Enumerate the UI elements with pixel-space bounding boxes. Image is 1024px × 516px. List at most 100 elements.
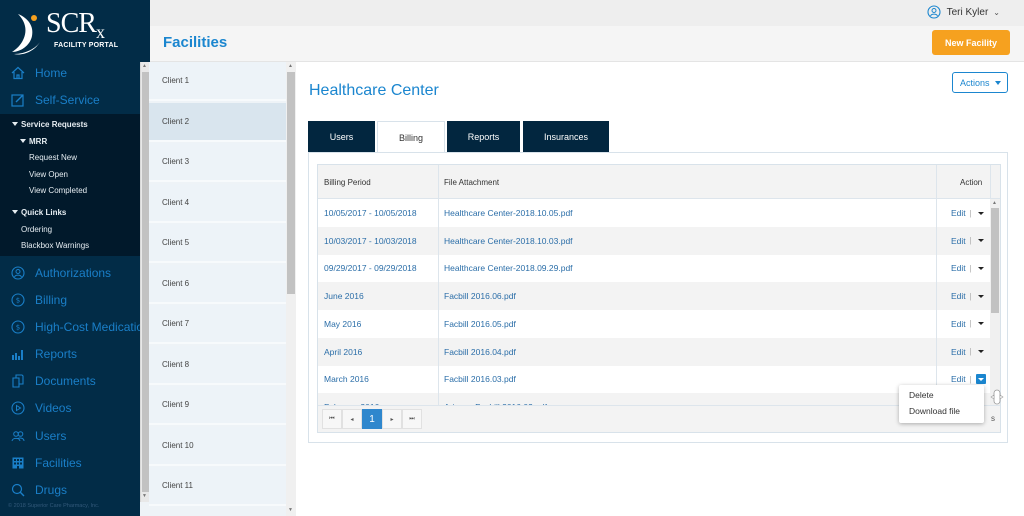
billing-period-link[interactable]: March 2016 bbox=[324, 365, 369, 393]
current-page-button[interactable]: 1 bbox=[362, 409, 382, 429]
row-menu-toggle[interactable] bbox=[975, 374, 986, 385]
row-menu-toggle[interactable] bbox=[976, 236, 986, 246]
client-list-item[interactable]: Client 7 bbox=[149, 305, 286, 344]
client-list-item[interactable]: Client 10 bbox=[149, 426, 286, 466]
menu-item-delete[interactable]: Delete bbox=[909, 390, 934, 400]
sidebar-link-view-completed[interactable]: View Completed bbox=[29, 186, 87, 195]
grid-scrollbar[interactable]: ▲ bbox=[990, 199, 1000, 405]
row-menu-toggle[interactable] bbox=[976, 319, 986, 329]
client-list-scrollbar[interactable]: ▲ ▼ bbox=[286, 62, 296, 516]
billing-period-link[interactable]: April 2016 bbox=[324, 338, 362, 366]
billing-period-link[interactable]: 09/29/2017 - 09/29/2018 bbox=[324, 254, 417, 282]
edit-link[interactable]: Edit bbox=[951, 291, 966, 301]
row-menu-toggle[interactable] bbox=[976, 263, 986, 273]
actions-dropdown[interactable]: Actions bbox=[952, 72, 1008, 93]
sidebar-item-label: Self-Service bbox=[35, 93, 100, 107]
users-icon bbox=[11, 429, 25, 443]
client-list-item[interactable]: Client 4 bbox=[149, 183, 286, 223]
client-name: Client 9 bbox=[162, 400, 190, 409]
row-menu-toggle[interactable] bbox=[976, 208, 986, 218]
billing-period-link[interactable]: 10/05/2017 - 10/05/2018 bbox=[324, 199, 417, 227]
row-menu-toggle[interactable] bbox=[976, 291, 986, 301]
tab-insurances[interactable]: Insurances bbox=[523, 121, 609, 152]
client-list-item[interactable]: Client 6 bbox=[149, 264, 286, 304]
sidebar-scrollbar[interactable]: ▲ ▼ bbox=[140, 62, 149, 502]
scroll-down-icon[interactable]: ▼ bbox=[288, 507, 293, 513]
client-list-item[interactable]: Client 11 bbox=[149, 467, 286, 506]
client-list-item[interactable]: Client 8 bbox=[149, 345, 286, 385]
prev-page-button[interactable]: ◂ bbox=[342, 409, 362, 429]
scrx-logo[interactable]: SCRx FACILITY PORTAL bbox=[10, 8, 140, 55]
client-list-item[interactable]: Client 3 bbox=[149, 143, 286, 182]
tab-users[interactable]: Users bbox=[308, 121, 375, 152]
file-attachment-link[interactable]: Facbill 2016.05.pdf bbox=[444, 310, 516, 338]
user-menu[interactable]: Teri Kyler ⌄ bbox=[927, 5, 1000, 19]
client-name: Client 5 bbox=[162, 238, 190, 247]
grid-pager: ⏮ ◂ 1 ▸ ⏭ s bbox=[318, 405, 1000, 432]
file-attachment-link[interactable]: Facbill 2016.04.pdf bbox=[444, 338, 516, 366]
sidebar: SCRx FACILITY PORTAL Home Self-Service S… bbox=[0, 0, 150, 516]
sidebar-item-facilities[interactable]: Facilities bbox=[0, 452, 150, 474]
edit-link[interactable]: Edit bbox=[951, 347, 966, 357]
scroll-down-icon[interactable]: ▼ bbox=[142, 493, 147, 499]
facility-title: Healthcare Center bbox=[309, 82, 439, 99]
row-menu-toggle[interactable] bbox=[976, 347, 986, 357]
caret-down-icon bbox=[977, 322, 984, 326]
sidebar-item-billing[interactable]: $ Billing bbox=[0, 289, 150, 311]
scroll-up-icon[interactable]: ▲ bbox=[288, 63, 293, 69]
file-attachment-link[interactable]: Healthcare Center-2018.10.03.pdf bbox=[444, 227, 573, 255]
client-list-item[interactable]: Client 9 bbox=[149, 386, 286, 425]
sidebar-section-mrr[interactable]: MRR bbox=[20, 137, 47, 146]
billing-period-link[interactable]: 10/03/2017 - 10/03/2018 bbox=[324, 227, 417, 255]
file-attachment-link[interactable]: Facbill 2016.06.pdf bbox=[444, 282, 516, 310]
tab-billing[interactable]: Billing bbox=[377, 121, 445, 153]
last-page-button[interactable]: ⏭ bbox=[402, 409, 422, 429]
sidebar-section-service-requests[interactable]: Service Requests bbox=[12, 120, 88, 129]
tab-reports[interactable]: Reports bbox=[447, 121, 520, 152]
scrollbar-thumb[interactable] bbox=[287, 72, 295, 294]
column-header-billing-period[interactable]: Billing Period bbox=[324, 165, 371, 199]
scrollbar-thumb[interactable] bbox=[142, 72, 149, 492]
edit-link[interactable]: Edit bbox=[951, 319, 966, 329]
edit-link[interactable]: Edit bbox=[951, 208, 966, 218]
sidebar-item-videos[interactable]: Videos bbox=[0, 397, 150, 419]
caret-down-icon bbox=[20, 139, 26, 143]
client-name: Client 11 bbox=[162, 481, 193, 490]
sidebar-item-home[interactable]: Home bbox=[0, 62, 150, 84]
scroll-up-icon[interactable]: ▲ bbox=[992, 200, 997, 206]
resize-cursor-icon bbox=[990, 389, 1004, 405]
dollar-icon: $ bbox=[11, 320, 25, 334]
sidebar-item-self-service[interactable]: Self-Service bbox=[0, 89, 150, 111]
sidebar-item-drugs[interactable]: Drugs bbox=[0, 479, 150, 501]
sidebar-item-reports[interactable]: Reports bbox=[0, 343, 150, 365]
edit-link[interactable]: Edit bbox=[951, 374, 966, 384]
sidebar-link-request-new[interactable]: Request New bbox=[29, 153, 77, 162]
billing-period-link[interactable]: May 2016 bbox=[324, 310, 361, 338]
file-attachment-link[interactable]: Healthcare Center-2018.10.05.pdf bbox=[444, 199, 573, 227]
menu-item-download-file[interactable]: Download file bbox=[909, 406, 960, 416]
file-attachment-link[interactable]: Healthcare Center-2018.09.29.pdf bbox=[444, 254, 573, 282]
edit-link[interactable]: Edit bbox=[951, 236, 966, 246]
sidebar-item-documents[interactable]: Documents bbox=[0, 370, 150, 392]
sidebar-section-quick-links[interactable]: Quick Links bbox=[12, 208, 66, 217]
client-list-item[interactable]: Client 5 bbox=[149, 224, 286, 263]
sidebar-item-authorizations[interactable]: Authorizations bbox=[0, 262, 150, 284]
new-facility-button[interactable]: New Facility bbox=[932, 30, 1010, 55]
sidebar-item-high-cost-medications[interactable]: $ High-Cost Medications bbox=[0, 316, 150, 338]
edit-link[interactable]: Edit bbox=[951, 263, 966, 273]
sidebar-item-users[interactable]: Users bbox=[0, 425, 150, 447]
row-action-menu: Delete Download file bbox=[899, 385, 984, 423]
column-header-file-attachment[interactable]: File Attachment bbox=[444, 165, 499, 199]
first-page-button[interactable]: ⏮ bbox=[322, 409, 342, 429]
file-attachment-link[interactable]: Facbill 2016.03.pdf bbox=[444, 365, 516, 393]
next-page-button[interactable]: ▸ bbox=[382, 409, 402, 429]
scroll-up-icon[interactable]: ▲ bbox=[142, 63, 147, 69]
sidebar-link-ordering[interactable]: Ordering bbox=[21, 225, 52, 234]
sidebar-link-blackbox-warnings[interactable]: Blackbox Warnings bbox=[21, 241, 89, 250]
billing-period-link[interactable]: June 2016 bbox=[324, 282, 364, 310]
scrollbar-thumb[interactable] bbox=[991, 208, 999, 313]
sidebar-item-label: Billing bbox=[35, 293, 68, 307]
client-list-item[interactable]: Client 2 bbox=[149, 102, 286, 142]
sidebar-link-view-open[interactable]: View Open bbox=[29, 170, 68, 179]
client-list-item[interactable]: Client 1 bbox=[149, 62, 286, 101]
